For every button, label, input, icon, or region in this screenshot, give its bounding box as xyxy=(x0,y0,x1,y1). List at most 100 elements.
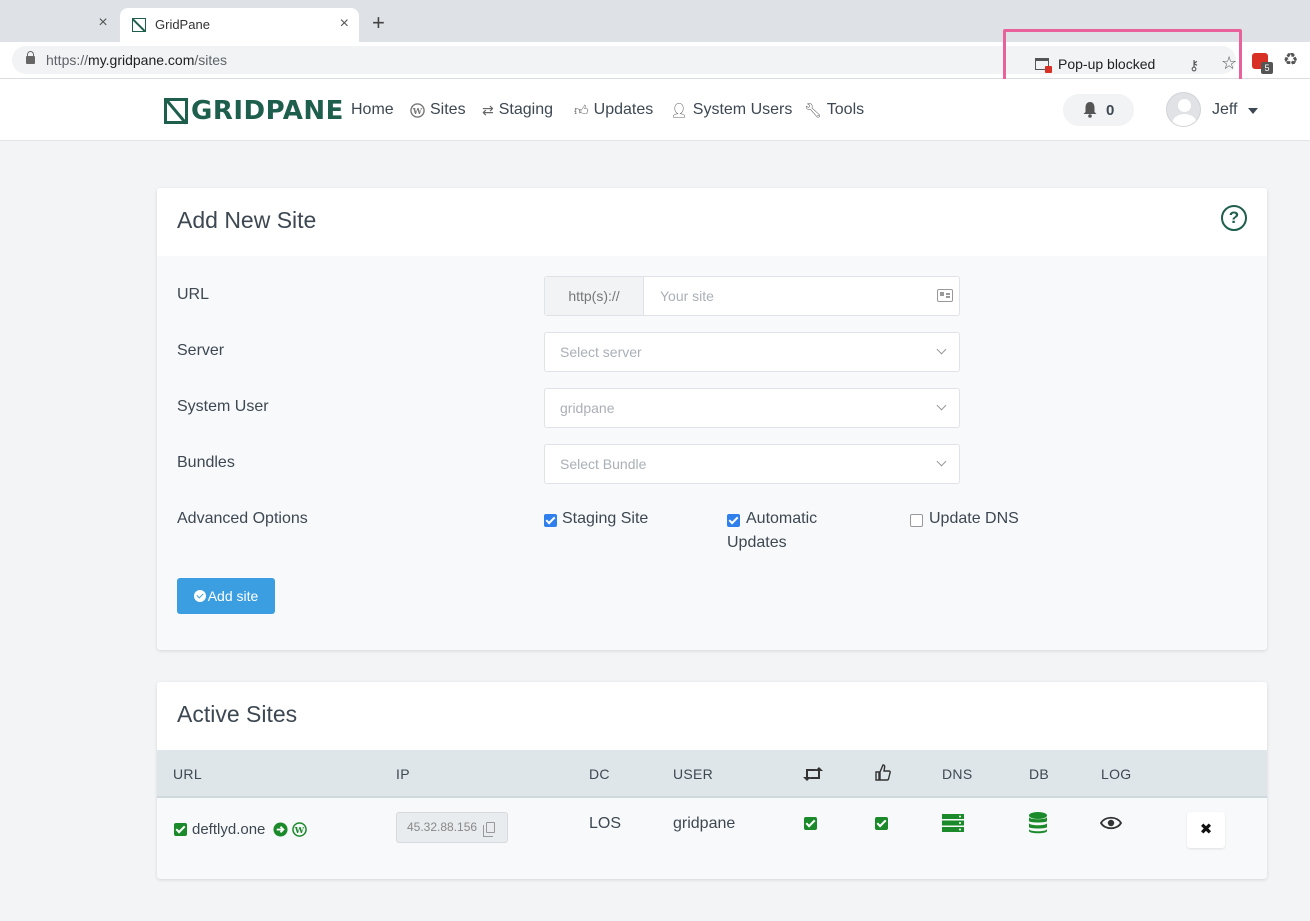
thumbs-up-icon: 👍︎ xyxy=(574,101,589,118)
nav-updates[interactable]: 👍︎ Updates xyxy=(574,101,653,119)
close-icon[interactable]: × xyxy=(340,16,349,32)
extension-badge: 5 xyxy=(1261,62,1273,74)
staging-check-icon[interactable] xyxy=(804,817,817,830)
arrow-circle-right-icon[interactable] xyxy=(273,822,288,837)
automatic-updates-checkbox[interactable] xyxy=(727,514,740,527)
active-sites-title: Active Sites xyxy=(177,701,298,727)
notification-count: 0 xyxy=(1106,102,1115,119)
site-status-check-icon xyxy=(174,823,187,836)
copy-icon[interactable] xyxy=(483,822,495,837)
nav-sites[interactable]: W Sites xyxy=(410,101,466,119)
chevron-down-icon xyxy=(936,344,947,355)
add-site-title: Add New Site xyxy=(177,207,317,233)
ip-copy-field[interactable]: 45.32.88.156 xyxy=(396,812,508,843)
server-select-value: Select server xyxy=(560,344,642,360)
close-icon[interactable]: × xyxy=(96,15,110,31)
server-dns-icon[interactable] xyxy=(942,814,964,832)
url-input-group: http(s):// xyxy=(544,276,960,316)
new-tab-icon[interactable]: + xyxy=(372,12,385,34)
add-site-header: Add New Site ? xyxy=(157,188,1267,256)
site-user: gridpane xyxy=(673,815,736,832)
svg-text:W: W xyxy=(294,825,305,835)
url-prefix: http(s):// xyxy=(545,277,644,315)
user-menu-name[interactable]: Jeff xyxy=(1212,101,1238,119)
table-row: deftlyd.one W 45.32.88.156 LOS gridpane … xyxy=(157,798,1267,864)
app-header: GRIDPANE Home W Sites ⇄ Staging 👍︎ Updat… xyxy=(0,79,1310,141)
caret-down-icon[interactable] xyxy=(1248,108,1258,114)
close-icon: ✖ xyxy=(1199,821,1213,838)
server-select[interactable]: Select server xyxy=(544,332,960,372)
nav-home[interactable]: Home xyxy=(351,101,394,119)
delete-site-button[interactable]: ✖ xyxy=(1187,812,1225,848)
wordpress-icon: W xyxy=(410,102,425,118)
col-ip[interactable]: IP xyxy=(396,766,410,782)
logo-text: GRIDPANE xyxy=(191,96,344,126)
nav-tools-label: Tools xyxy=(826,101,865,118)
chevron-down-icon xyxy=(936,456,947,467)
col-log[interactable]: LOG xyxy=(1101,766,1131,782)
add-site-button-label: Add site xyxy=(207,588,259,604)
system-user-label: System User xyxy=(177,398,269,415)
thumbs-up-icon xyxy=(875,764,891,781)
browser-tab[interactable]: GridPane × xyxy=(120,8,359,42)
chevron-down-icon xyxy=(936,400,947,411)
retweet-icon xyxy=(803,767,823,781)
table-header: URL IP DC USER DNS DB LOG xyxy=(157,750,1267,798)
updates-check-icon[interactable] xyxy=(875,817,888,830)
nav-updates-label: Updates xyxy=(593,101,654,118)
bundles-select-value: Select Bundle xyxy=(560,456,647,472)
nav-system-users-label: System Users xyxy=(692,101,793,118)
wrench-icon: 🔧︎ xyxy=(804,101,822,118)
gridpane-logo[interactable]: GRIDPANE xyxy=(164,96,344,126)
site-url-link[interactable]: deftlyd.one xyxy=(192,821,265,838)
recycle-extension-icon[interactable]: ♻ xyxy=(1283,50,1298,70)
active-sites-header: Active Sites xyxy=(157,682,1267,750)
automatic-updates-label-line2[interactable]: Updates xyxy=(727,531,787,555)
url-text[interactable]: https://my.gridpane.com/sites xyxy=(46,52,227,68)
lock-icon xyxy=(26,51,35,64)
site-dc: LOS xyxy=(589,815,622,832)
automatic-updates-label[interactable]: Automatic xyxy=(746,507,817,531)
ip-value: 45.32.88.156 xyxy=(407,820,478,834)
contact-card-icon xyxy=(937,289,953,302)
add-site-button[interactable]: Add site xyxy=(177,578,275,614)
tab-title: GridPane xyxy=(155,17,210,32)
avatar[interactable] xyxy=(1166,92,1201,127)
nav-sites-label: Sites xyxy=(430,101,466,118)
nav-staging[interactable]: ⇄ Staging xyxy=(482,101,553,119)
advanced-options-label: Advanced Options xyxy=(177,510,308,527)
retweet-icon: ⇄ xyxy=(482,101,494,118)
logo-mark-icon xyxy=(164,98,188,124)
check-circle-icon xyxy=(193,590,206,602)
url-label: URL xyxy=(177,286,210,303)
staging-site-checkbox[interactable] xyxy=(544,514,557,527)
database-icon[interactable] xyxy=(1029,812,1047,834)
notifications-button[interactable]: 0 xyxy=(1063,94,1134,126)
svg-text:W: W xyxy=(412,105,423,115)
nav-staging-label: Staging xyxy=(498,101,553,118)
system-user-select[interactable]: gridpane xyxy=(544,388,960,428)
eye-icon[interactable] xyxy=(1100,816,1122,830)
wordpress-icon[interactable]: W xyxy=(292,822,307,837)
gridpane-favicon-icon xyxy=(132,18,146,32)
bundles-select[interactable]: Select Bundle xyxy=(544,444,960,484)
col-user[interactable]: USER xyxy=(673,766,713,782)
bundles-label: Bundles xyxy=(177,454,235,471)
nav-tools[interactable]: 🔧︎ Tools xyxy=(804,101,864,119)
col-dns[interactable]: DNS xyxy=(942,766,972,782)
staging-site-label[interactable]: Staging Site xyxy=(562,507,648,531)
col-url[interactable]: URL xyxy=(173,766,202,782)
system-user-select-value: gridpane xyxy=(560,400,615,416)
url-input[interactable] xyxy=(644,277,959,315)
bell-icon xyxy=(1083,102,1097,118)
col-db[interactable]: DB xyxy=(1029,766,1049,782)
user-secret-icon: 👤︎ xyxy=(670,101,688,118)
nav-system-users[interactable]: 👤︎ System Users xyxy=(670,101,792,119)
update-dns-label[interactable]: Update DNS xyxy=(929,507,1019,531)
active-sites-card: Active Sites URL IP DC USER DNS DB LOG d… xyxy=(157,682,1267,879)
help-icon[interactable]: ? xyxy=(1221,205,1247,231)
update-dns-checkbox[interactable] xyxy=(910,514,923,527)
col-dc[interactable]: DC xyxy=(589,766,610,782)
add-site-card: Add New Site ? URL http(s):// Server Sel… xyxy=(157,188,1267,650)
server-label: Server xyxy=(177,342,225,359)
